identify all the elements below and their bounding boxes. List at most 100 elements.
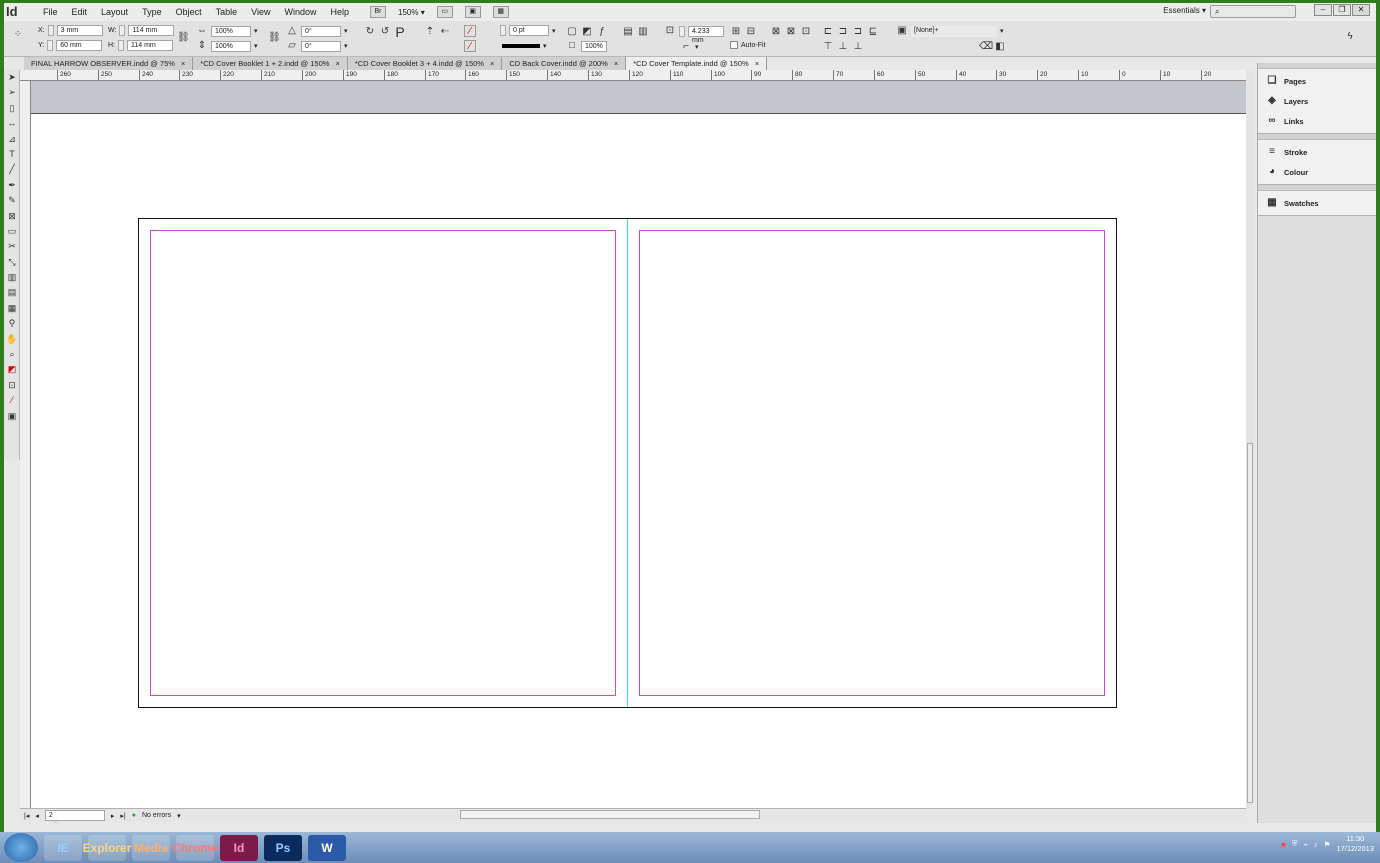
help-search-input[interactable]: ⌕ bbox=[1210, 5, 1296, 18]
page-tool-icon[interactable]: ▯ bbox=[4, 101, 20, 116]
tray-acrobat-icon[interactable]: ■ bbox=[1281, 840, 1286, 849]
rotate-ccw-icon[interactable]: ↺ bbox=[379, 26, 391, 38]
links-panel-tab[interactable]: ∞ Links bbox=[1258, 111, 1376, 131]
y-spinner[interactable] bbox=[47, 40, 54, 51]
gradient-swatch-tool-icon[interactable]: ▥ bbox=[4, 270, 20, 285]
direct-selection-tool-icon[interactable]: ➢ bbox=[4, 85, 20, 100]
y-field[interactable]: 60 mm bbox=[56, 40, 103, 51]
menu-view[interactable]: View bbox=[244, 3, 277, 21]
page-number-field[interactable]: 2 bbox=[44, 810, 105, 821]
h-spinner[interactable] bbox=[118, 40, 124, 51]
arrange-documents-button[interactable]: ▦ bbox=[492, 6, 509, 18]
apply-none-icon[interactable]: ⁄ bbox=[4, 393, 20, 408]
selection-tool-icon[interactable]: ➤ bbox=[4, 70, 20, 85]
close-icon[interactable]: × bbox=[335, 59, 339, 68]
minimize-button[interactable]: – bbox=[1314, 4, 1332, 16]
tab-booklet-1-2[interactable]: *CD Cover Booklet 1 + 2.indd @ 150% × bbox=[193, 57, 348, 70]
new-style-icon[interactable]: ◧ bbox=[994, 41, 1006, 53]
reference-point-icon[interactable]: ⁘ bbox=[12, 29, 24, 41]
h-field[interactable]: 114 mm bbox=[127, 40, 173, 51]
align-right-icon[interactable]: ⊐ bbox=[852, 26, 864, 38]
colour-panel-tab[interactable]: ◕ Colour bbox=[1258, 162, 1376, 182]
align-middle-icon[interactable]: ⊥ bbox=[837, 41, 849, 53]
fit-proportional-icon[interactable]: ⊠ bbox=[785, 26, 797, 38]
w-spinner[interactable] bbox=[119, 25, 126, 36]
gap-field[interactable]: 4.233 mm bbox=[688, 25, 724, 44]
scissors-tool-icon[interactable]: ✂ bbox=[4, 239, 20, 254]
menu-window[interactable]: Window bbox=[277, 3, 323, 21]
stroke-panel-tab[interactable]: ≡ Stroke bbox=[1258, 142, 1376, 162]
tab-back-cover[interactable]: CD Back Cover.indd @ 200% × bbox=[502, 57, 627, 70]
panel-menu-icon[interactable]: ϟ bbox=[1344, 31, 1356, 43]
first-page-icon[interactable]: |◂ bbox=[24, 812, 29, 820]
select-container-icon[interactable]: ⇡ bbox=[424, 26, 436, 38]
bridge-button[interactable]: Br bbox=[370, 6, 386, 18]
clear-overrides-icon[interactable]: ⌫ bbox=[979, 41, 993, 53]
rotate-field[interactable]: 0° bbox=[301, 25, 341, 37]
line-tool-icon[interactable]: ╱ bbox=[4, 162, 20, 177]
stroke-weight-spinner[interactable] bbox=[500, 25, 506, 36]
tab-booklet-3-4[interactable]: *CD Cover Booklet 3 + 4.indd @ 150% × bbox=[347, 57, 503, 70]
pencil-tool-icon[interactable]: ✎ bbox=[4, 193, 20, 208]
gradient-feather-tool-icon[interactable]: ▤ bbox=[4, 285, 20, 300]
center-content-icon[interactable]: ⊡ bbox=[800, 26, 812, 38]
gap-spinner[interactable] bbox=[679, 25, 685, 37]
tray-network-icon[interactable]: ⌁ bbox=[1303, 840, 1308, 849]
content-collector-icon[interactable]: ⊿ bbox=[4, 132, 20, 147]
fill-none-icon[interactable]: ⁄ bbox=[464, 25, 476, 37]
stroke-type-preview[interactable] bbox=[502, 44, 540, 48]
align-bottom-icon[interactable]: ⊥ bbox=[852, 41, 864, 53]
x-field[interactable]: 3 mm bbox=[56, 25, 103, 36]
close-icon[interactable]: × bbox=[490, 59, 494, 68]
type-tool-icon[interactable]: T bbox=[4, 147, 20, 162]
preflight-menu-icon[interactable]: ▾ bbox=[177, 812, 181, 820]
layers-panel-tab[interactable]: ◈ Layers bbox=[1258, 91, 1376, 111]
tray-volume-icon[interactable]: ♪ bbox=[1314, 840, 1318, 849]
note-tool-icon[interactable]: ▦ bbox=[4, 301, 20, 316]
close-button[interactable]: ✕ bbox=[1352, 4, 1370, 16]
fill-proportional-icon[interactable]: ⊠ bbox=[770, 26, 782, 38]
scale-y-field[interactable]: 100% bbox=[211, 40, 251, 52]
constrain-proportions-icon[interactable]: ⛓ bbox=[177, 32, 190, 44]
object-style-select[interactable]: [None]+ bbox=[911, 25, 997, 37]
close-icon[interactable]: × bbox=[755, 59, 759, 68]
zoom-level-select[interactable]: 150% ▾ bbox=[398, 8, 425, 17]
menu-table[interactable]: Table bbox=[209, 3, 245, 21]
last-page-icon[interactable]: ▸| bbox=[120, 812, 125, 820]
screen-mode-icon[interactable]: ▣ bbox=[4, 409, 20, 424]
select-previous-icon[interactable]: ⇠ bbox=[439, 26, 451, 38]
menu-type[interactable]: Type bbox=[135, 3, 169, 21]
vertical-scroll-thumb[interactable] bbox=[1247, 443, 1253, 803]
fx-icon[interactable]: ƒ bbox=[596, 26, 608, 38]
fill-stroke-icon[interactable]: ◩ bbox=[4, 362, 20, 377]
rectangle-tool-icon[interactable]: ▭ bbox=[4, 224, 20, 239]
taskbar-chrome[interactable]: Chrome bbox=[172, 834, 218, 861]
w-field[interactable]: 114 mm bbox=[128, 25, 175, 36]
align-left-icon[interactable]: ⊏ bbox=[822, 26, 834, 38]
taskbar-media[interactable]: Media bbox=[132, 834, 170, 861]
swatches-panel-tab[interactable]: ▦ Swatches bbox=[1258, 193, 1376, 213]
gap-tool-icon[interactable]: ↔ bbox=[4, 116, 20, 131]
stroke-weight-field[interactable]: 0 pt bbox=[509, 25, 549, 36]
x-spinner[interactable] bbox=[47, 25, 54, 36]
constrain-scale-icon[interactable]: ⛓ bbox=[268, 32, 281, 44]
close-icon[interactable]: × bbox=[614, 59, 618, 68]
horizontal-scrollbar[interactable] bbox=[460, 810, 760, 819]
menu-file[interactable]: File bbox=[36, 3, 65, 21]
fit-content-icon[interactable]: ⊞ bbox=[730, 26, 742, 38]
taskbar-explorer[interactable]: Explorer bbox=[83, 834, 131, 861]
tray-flag-icon[interactable]: ⚑ bbox=[1324, 840, 1331, 849]
cd-cover-spread[interactable] bbox=[138, 218, 1117, 708]
text-frame-icon[interactable]: P bbox=[394, 25, 406, 39]
tab-cd-cover-template[interactable]: *CD Cover Template.indd @ 150% × bbox=[626, 57, 768, 70]
preflight-status[interactable]: No errors bbox=[142, 812, 171, 819]
text-wrap-icon[interactable]: ▤ bbox=[622, 26, 634, 38]
start-button[interactable] bbox=[4, 833, 38, 862]
menu-object[interactable]: Object bbox=[169, 3, 209, 21]
zoom-tool-icon[interactable]: ⌕ bbox=[4, 347, 20, 362]
eyedropper-tool-icon[interactable]: ⚲ bbox=[4, 316, 20, 331]
hand-tool-icon[interactable]: ✋ bbox=[4, 332, 20, 347]
tab-final-harrow[interactable]: FINAL HARROW OBSERVER.indd @ 75% × bbox=[24, 57, 194, 70]
free-transform-tool-icon[interactable]: ⤡ bbox=[4, 255, 20, 270]
workspace-switcher[interactable]: Essentials ▾ bbox=[1163, 6, 1206, 15]
